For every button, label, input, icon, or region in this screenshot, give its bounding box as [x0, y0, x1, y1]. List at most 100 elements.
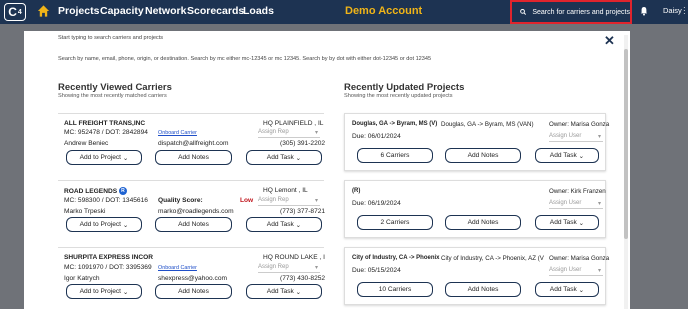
global-search[interactable]: Search for carriers and projects	[510, 0, 632, 24]
button-label: 6 Carriers	[380, 152, 410, 159]
project-due-date: Due: 06/01/2024	[352, 133, 401, 140]
carrier-phone[interactable]: (773) 377-8721	[280, 208, 325, 215]
demo-account-label: Demo Account	[345, 5, 423, 17]
carriers-count-button[interactable]: 10 Carriers	[357, 282, 433, 297]
carrier-contact: Andrew Beniec	[64, 140, 109, 147]
nav-loads[interactable]: Loads	[243, 5, 274, 17]
user-name[interactable]: Daisy	[663, 6, 682, 15]
add-task-button[interactable]: Add Task ⌄	[246, 217, 322, 232]
button-label: Add Notes	[178, 154, 209, 161]
chevron-down-icon: ⌄	[122, 154, 129, 162]
project-card[interactable]: Douglas, GA -> Byram, MS (V) Douglas, GA…	[344, 113, 610, 171]
carrier-email[interactable]: shexpress@yahoo.com	[158, 275, 227, 282]
nav-capacity[interactable]: Capacity	[100, 5, 144, 17]
button-label: 2 Carriers	[380, 219, 410, 226]
onboard-carrier-tag[interactable]: Onboard Carrier	[158, 130, 197, 136]
project-name[interactable]: (R)	[352, 188, 360, 194]
button-label: Add Notes	[467, 286, 499, 293]
button-label: Add to Project	[79, 288, 122, 295]
add-to-project-button[interactable]: Add to Project ⌄	[66, 217, 142, 232]
project-lane: City of Industry, CA -> Phoenix, AZ (V	[441, 255, 544, 262]
assign-user-select[interactable]: Assign User ▾	[549, 133, 603, 142]
add-notes-button[interactable]: Add Notes	[155, 217, 232, 232]
carrier-email[interactable]: dispatch@allfreight.com	[158, 140, 228, 147]
bell-icon[interactable]	[640, 6, 648, 16]
chevron-down-icon: ▾	[597, 134, 601, 140]
logo[interactable]: C4	[4, 3, 26, 21]
add-notes-button[interactable]: Add Notes	[155, 284, 232, 299]
project-owner: Owner: Marisa Gonza	[549, 121, 610, 128]
carrier-name-text: ROAD LEGENDS	[64, 187, 118, 195]
quality-score-label: Quality Score:	[158, 197, 203, 204]
chevron-down-icon: ⌄	[295, 154, 302, 162]
carrier-card[interactable]: ROAD LEGENDS R HQ Lemont , IL MC: 598300…	[58, 180, 325, 240]
scrollbar-thumb[interactable]	[624, 49, 628, 239]
onboard-carrier-tag[interactable]: Onboard Carrier	[158, 265, 197, 271]
assign-rep-select[interactable]: Assign Rep ▾	[258, 264, 320, 273]
add-notes-button[interactable]: Add Notes	[445, 282, 521, 297]
button-label: Add to Project	[79, 221, 122, 228]
carrier-card[interactable]: SHURPITA EXPRESS INCOR HQ ROUND LAKE , I…	[58, 247, 325, 307]
chevron-down-icon: ⌄	[578, 152, 585, 160]
nav-projects[interactable]: Projects	[58, 5, 99, 17]
carrier-phone[interactable]: (305) 391-2202	[280, 140, 325, 147]
project-owner: Owner: Marisa Gonza	[549, 255, 610, 262]
carrier-phone[interactable]: (773) 430-8252	[280, 275, 325, 282]
chevron-down-icon: ▾	[314, 130, 318, 136]
carriers-count-button[interactable]: 6 Carriers	[357, 148, 433, 163]
chevron-down-icon: ⌄	[295, 288, 302, 296]
add-task-button[interactable]: Add Task ⌄	[246, 150, 322, 165]
search-icon	[520, 8, 527, 15]
button-label: Add Notes	[178, 288, 209, 295]
project-card[interactable]: City of Industry, CA -> Phoenix City of …	[344, 247, 610, 305]
carrier-mc-dot: MC: 1091970 / DOT: 3395369	[64, 264, 152, 271]
carrier-hq: HQ Lemont , IL	[263, 187, 308, 194]
add-notes-button[interactable]: Add Notes	[445, 148, 521, 163]
assign-rep-select[interactable]: Assign Rep ▾	[258, 129, 320, 138]
button-label: Add Task	[549, 286, 577, 293]
nav-scorecards[interactable]: Scorecards	[187, 5, 244, 17]
carrier-card[interactable]: ALL FREIGHT TRANS,INC HQ PLAINFIELD , IL…	[58, 113, 325, 173]
projects-section-subtitle: Showing the most recently updated projec…	[344, 93, 453, 99]
button-label: Add Task	[266, 221, 294, 228]
more-menu-icon[interactable]: · · ·	[683, 4, 686, 18]
carrier-name[interactable]: ROAD LEGENDS R	[64, 187, 127, 195]
search-hint: Start typing to search carriers and proj…	[58, 35, 164, 41]
nav-network[interactable]: Network	[145, 5, 186, 17]
home-icon[interactable]	[37, 4, 50, 18]
assign-user-select[interactable]: Assign User ▾	[549, 267, 603, 276]
assign-user-text: Assign User	[549, 200, 582, 206]
add-task-button[interactable]: Add Task ⌄	[535, 215, 599, 230]
close-icon[interactable]: ✕	[604, 33, 615, 49]
carrier-mc-dot: MC: 952478 / DOT: 2842894	[64, 129, 148, 136]
add-task-button[interactable]: Add Task ⌄	[535, 282, 599, 297]
chevron-down-icon: ⌄	[578, 219, 585, 227]
add-notes-button[interactable]: Add Notes	[445, 215, 521, 230]
assign-user-select[interactable]: Assign User ▾	[549, 200, 603, 209]
project-card[interactable]: (R) Owner: Kirk Franzen Due: 06/19/2024 …	[344, 180, 606, 238]
assign-rep-select[interactable]: Assign Rep ▾	[258, 197, 320, 206]
carriers-count-button[interactable]: 2 Carriers	[357, 215, 433, 230]
add-task-button[interactable]: Add Task ⌄	[246, 284, 322, 299]
carrier-name[interactable]: ALL FREIGHT TRANS,INC	[64, 120, 145, 127]
quality-score-value: Low	[240, 197, 254, 204]
add-to-project-button[interactable]: Add to Project ⌄	[66, 284, 142, 299]
project-owner: Owner: Kirk Franzen	[549, 188, 606, 195]
add-notes-button[interactable]: Add Notes	[155, 150, 232, 165]
carrier-contact: Marko Trpeski	[64, 208, 106, 215]
add-to-project-button[interactable]: Add to Project ⌄	[66, 150, 142, 165]
projects-section-title: Recently Updated Projects	[344, 82, 465, 93]
modal-scrollbar[interactable]	[624, 35, 628, 309]
carrier-hq: HQ ROUND LAKE , I	[263, 254, 325, 261]
carriers-section-title: Recently Viewed Carriers	[58, 82, 172, 93]
add-task-button[interactable]: Add Task ⌄	[535, 148, 599, 163]
carrier-hq: HQ PLAINFIELD , IL	[263, 120, 324, 127]
carrier-email[interactable]: marko@roadlegends.com	[158, 208, 234, 215]
project-name[interactable]: Douglas, GA -> Byram, MS (V)	[352, 121, 437, 127]
carrier-name[interactable]: SHURPITA EXPRESS INCOR	[64, 254, 153, 261]
button-label: Add to Project	[79, 154, 122, 161]
button-label: Add Notes	[467, 219, 499, 226]
logo-letter: C	[8, 5, 17, 19]
project-name[interactable]: City of Industry, CA -> Phoenix	[352, 255, 440, 261]
assign-user-text: Assign User	[549, 267, 582, 273]
